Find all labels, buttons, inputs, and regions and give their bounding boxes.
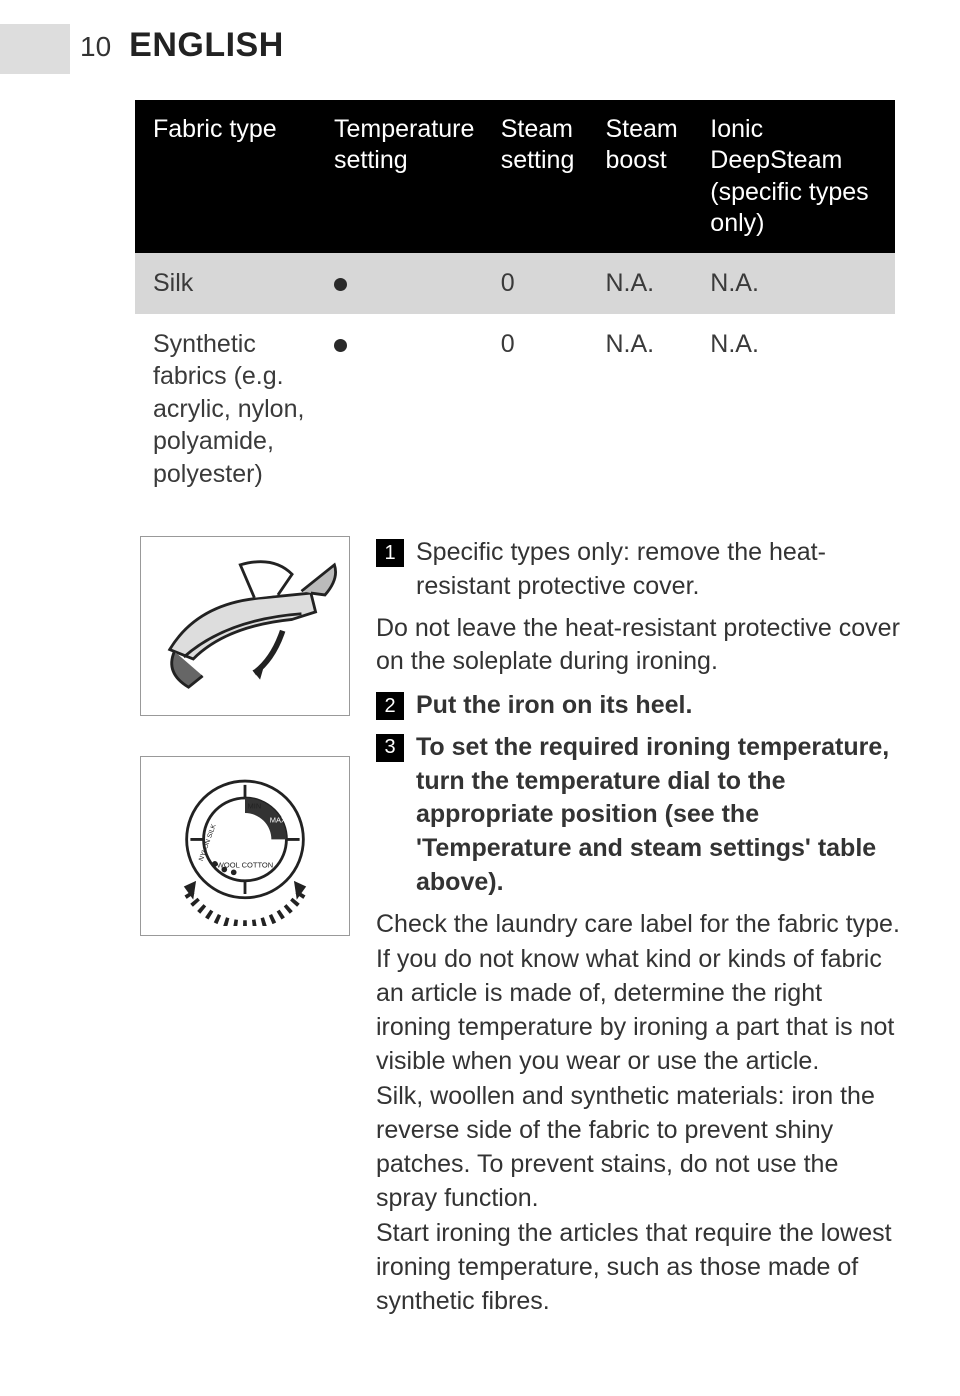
paragraph: Check the laundry care label for the fab… — [376, 908, 900, 942]
settings-table: Fabric type Temperature setting Steam se… — [135, 100, 895, 504]
cell-steam: 0 — [501, 267, 606, 300]
page-number: 10 — [80, 31, 111, 63]
cell-temperature — [334, 267, 501, 300]
step-1-text: Specific types only: remove the heat-res… — [416, 536, 900, 604]
temperature-dial-illustration: WOOL COTTON NYLON SILK MAX MIN — [140, 756, 350, 936]
step-number-icon: 2 — [376, 692, 404, 720]
header-temperature: Temperature setting — [334, 114, 501, 239]
cell-ionic: N.A. — [710, 267, 877, 300]
page-language: ENGLISH — [129, 26, 284, 65]
table-header-row: Fabric type Temperature setting Steam se… — [135, 100, 895, 253]
svg-text:MIN: MIN — [248, 801, 262, 810]
paragraph: If you do not know what kind or kinds of… — [376, 943, 900, 1078]
step-2: 2 Put the iron on its heel. — [376, 689, 900, 723]
dot-icon — [334, 339, 347, 352]
iron-icon — [150, 546, 340, 706]
cell-temperature — [334, 328, 501, 361]
step-3: 3 To set the required ironing temperatur… — [376, 731, 900, 900]
table-row: Silk 0 N.A. N.A. — [135, 253, 895, 314]
cell-ionic: N.A. — [710, 328, 877, 361]
paragraph: Start ironing the articles that require … — [376, 1217, 900, 1318]
header-steam: Steam setting — [501, 114, 606, 239]
step-3-text: To set the required ironing temperature,… — [416, 731, 900, 900]
header-fabric: Fabric type — [153, 114, 334, 239]
step-number-icon: 3 — [376, 734, 404, 762]
cell-fabric: Synthetic fabrics (e.g. acrylic, nylon, … — [153, 328, 334, 491]
header-ionic: Ionic DeepSteam (specific types only) — [710, 114, 877, 239]
steps-area: WOOL COTTON NYLON SILK MAX MIN 1 Specifi… — [140, 536, 900, 1319]
paragraph: Silk, woollen and synthetic materials: i… — [376, 1080, 900, 1215]
warning-text: Do not leave the heat-resistant protecti… — [376, 612, 900, 680]
cell-steam: 0 — [501, 328, 606, 361]
page-tab — [0, 24, 70, 74]
cell-boost: N.A. — [606, 267, 711, 300]
illustration-column: WOOL COTTON NYLON SILK MAX MIN — [140, 536, 350, 1319]
steps-text-column: 1 Specific types only: remove the heat-r… — [376, 536, 900, 1319]
dial-icon: WOOL COTTON NYLON SILK MAX MIN — [160, 766, 330, 926]
dot-icon — [334, 278, 347, 291]
cell-fabric: Silk — [153, 267, 334, 300]
svg-text:MAX: MAX — [270, 815, 286, 824]
page-header: 10 ENGLISH — [80, 26, 284, 65]
header-boost: Steam boost — [606, 114, 711, 239]
table-row: Synthetic fabrics (e.g. acrylic, nylon, … — [135, 314, 895, 505]
step-2-text: Put the iron on its heel. — [416, 689, 692, 723]
step-number-icon: 1 — [376, 539, 404, 567]
step-1: 1 Specific types only: remove the heat-r… — [376, 536, 900, 604]
iron-remove-cover-illustration — [140, 536, 350, 716]
cell-boost: N.A. — [606, 328, 711, 361]
